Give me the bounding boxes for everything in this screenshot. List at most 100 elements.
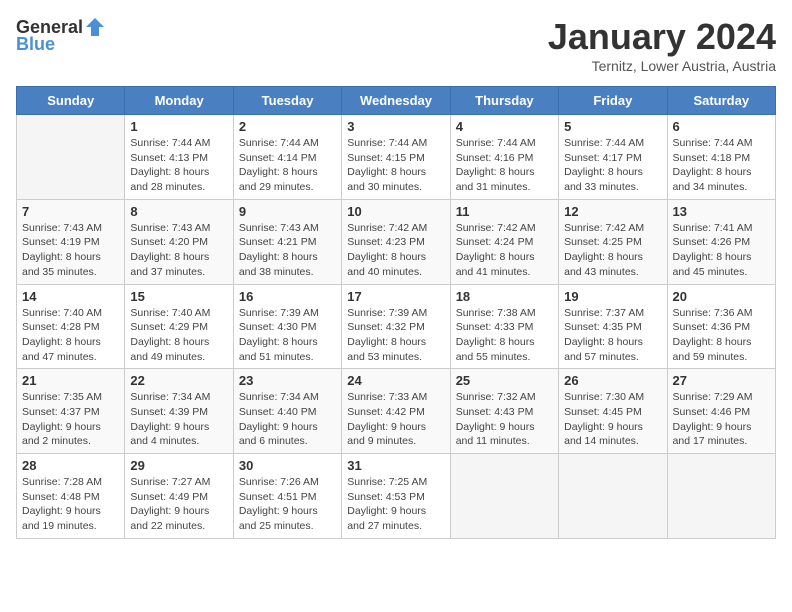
sunrise-text: Sunrise: 7:44 AM [564,137,644,149]
sunset-text: Sunset: 4:26 PM [673,236,751,248]
day-number: 22 [130,373,227,388]
calendar-header-row: Sunday Monday Tuesday Wednesday Thursday… [17,87,776,115]
sunset-text: Sunset: 4:23 PM [347,236,425,248]
sunset-text: Sunset: 4:32 PM [347,321,425,333]
daylight-text: Daylight: 9 hours and 22 minutes. [130,505,209,532]
table-row: 25 Sunrise: 7:32 AM Sunset: 4:43 PM Dayl… [450,369,558,454]
daylight-text: Daylight: 8 hours and 30 minutes. [347,166,426,193]
sunset-text: Sunset: 4:14 PM [239,152,317,164]
daylight-text: Daylight: 8 hours and 28 minutes. [130,166,209,193]
day-number: 4 [456,119,553,134]
sunset-text: Sunset: 4:53 PM [347,491,425,503]
daylight-text: Daylight: 8 hours and 43 minutes. [564,251,643,278]
table-row: 28 Sunrise: 7:28 AM Sunset: 4:48 PM Dayl… [17,454,125,539]
logo-icon [84,16,106,38]
table-row: 6 Sunrise: 7:44 AM Sunset: 4:18 PM Dayli… [667,115,775,200]
sunset-text: Sunset: 4:17 PM [564,152,642,164]
sunrise-text: Sunrise: 7:40 AM [22,307,102,319]
table-row: 31 Sunrise: 7:25 AM Sunset: 4:53 PM Dayl… [342,454,450,539]
table-row: 18 Sunrise: 7:38 AM Sunset: 4:33 PM Dayl… [450,284,558,369]
daylight-text: Daylight: 8 hours and 38 minutes. [239,251,318,278]
sunset-text: Sunset: 4:25 PM [564,236,642,248]
table-row: 20 Sunrise: 7:36 AM Sunset: 4:36 PM Dayl… [667,284,775,369]
logo: General Blue [16,16,107,55]
day-info: Sunrise: 7:43 AM Sunset: 4:19 PM Dayligh… [22,221,119,280]
sunset-text: Sunset: 4:30 PM [239,321,317,333]
table-row: 19 Sunrise: 7:37 AM Sunset: 4:35 PM Dayl… [559,284,667,369]
calendar-week-row: 14 Sunrise: 7:40 AM Sunset: 4:28 PM Dayl… [17,284,776,369]
table-row: 17 Sunrise: 7:39 AM Sunset: 4:32 PM Dayl… [342,284,450,369]
day-info: Sunrise: 7:42 AM Sunset: 4:25 PM Dayligh… [564,221,661,280]
day-number: 31 [347,458,444,473]
table-row: 21 Sunrise: 7:35 AM Sunset: 4:37 PM Dayl… [17,369,125,454]
sunrise-text: Sunrise: 7:39 AM [239,307,319,319]
daylight-text: Daylight: 8 hours and 59 minutes. [673,336,752,363]
daylight-text: Daylight: 8 hours and 55 minutes. [456,336,535,363]
day-info: Sunrise: 7:30 AM Sunset: 4:45 PM Dayligh… [564,390,661,449]
daylight-text: Daylight: 8 hours and 34 minutes. [673,166,752,193]
table-row: 4 Sunrise: 7:44 AM Sunset: 4:16 PM Dayli… [450,115,558,200]
sunset-text: Sunset: 4:24 PM [456,236,534,248]
table-row: 13 Sunrise: 7:41 AM Sunset: 4:26 PM Dayl… [667,199,775,284]
sunset-text: Sunset: 4:45 PM [564,406,642,418]
col-monday: Monday [125,87,233,115]
daylight-text: Daylight: 8 hours and 31 minutes. [456,166,535,193]
daylight-text: Daylight: 8 hours and 35 minutes. [22,251,101,278]
day-number: 21 [22,373,119,388]
day-info: Sunrise: 7:32 AM Sunset: 4:43 PM Dayligh… [456,390,553,449]
day-info: Sunrise: 7:44 AM Sunset: 4:17 PM Dayligh… [564,136,661,195]
sunset-text: Sunset: 4:35 PM [564,321,642,333]
day-number: 15 [130,289,227,304]
day-info: Sunrise: 7:43 AM Sunset: 4:21 PM Dayligh… [239,221,336,280]
table-row: 15 Sunrise: 7:40 AM Sunset: 4:29 PM Dayl… [125,284,233,369]
day-info: Sunrise: 7:40 AM Sunset: 4:28 PM Dayligh… [22,306,119,365]
daylight-text: Daylight: 8 hours and 29 minutes. [239,166,318,193]
sunset-text: Sunset: 4:20 PM [130,236,208,248]
sunset-text: Sunset: 4:28 PM [22,321,100,333]
table-row: 2 Sunrise: 7:44 AM Sunset: 4:14 PM Dayli… [233,115,341,200]
day-info: Sunrise: 7:35 AM Sunset: 4:37 PM Dayligh… [22,390,119,449]
sunset-text: Sunset: 4:40 PM [239,406,317,418]
sunrise-text: Sunrise: 7:42 AM [456,222,536,234]
sunrise-text: Sunrise: 7:33 AM [347,391,427,403]
daylight-text: Daylight: 9 hours and 9 minutes. [347,421,426,448]
day-info: Sunrise: 7:34 AM Sunset: 4:39 PM Dayligh… [130,390,227,449]
sunset-text: Sunset: 4:18 PM [673,152,751,164]
daylight-text: Daylight: 8 hours and 33 minutes. [564,166,643,193]
sunrise-text: Sunrise: 7:42 AM [347,222,427,234]
daylight-text: Daylight: 9 hours and 6 minutes. [239,421,318,448]
sunrise-text: Sunrise: 7:26 AM [239,476,319,488]
daylight-text: Daylight: 8 hours and 41 minutes. [456,251,535,278]
sunset-text: Sunset: 4:51 PM [239,491,317,503]
day-number: 10 [347,204,444,219]
calendar-week-row: 28 Sunrise: 7:28 AM Sunset: 4:48 PM Dayl… [17,454,776,539]
sunrise-text: Sunrise: 7:35 AM [22,391,102,403]
day-info: Sunrise: 7:39 AM Sunset: 4:30 PM Dayligh… [239,306,336,365]
day-number: 11 [456,204,553,219]
table-row: 22 Sunrise: 7:34 AM Sunset: 4:39 PM Dayl… [125,369,233,454]
day-number: 29 [130,458,227,473]
daylight-text: Daylight: 9 hours and 19 minutes. [22,505,101,532]
sunset-text: Sunset: 4:49 PM [130,491,208,503]
col-sunday: Sunday [17,87,125,115]
day-info: Sunrise: 7:42 AM Sunset: 4:23 PM Dayligh… [347,221,444,280]
table-row: 27 Sunrise: 7:29 AM Sunset: 4:46 PM Dayl… [667,369,775,454]
sunset-text: Sunset: 4:36 PM [673,321,751,333]
page-header: General Blue January 2024 Ternitz, Lower… [16,16,776,74]
day-number: 1 [130,119,227,134]
table-row: 26 Sunrise: 7:30 AM Sunset: 4:45 PM Dayl… [559,369,667,454]
col-tuesday: Tuesday [233,87,341,115]
sunrise-text: Sunrise: 7:39 AM [347,307,427,319]
table-row: 3 Sunrise: 7:44 AM Sunset: 4:15 PM Dayli… [342,115,450,200]
day-info: Sunrise: 7:41 AM Sunset: 4:26 PM Dayligh… [673,221,770,280]
table-row: 24 Sunrise: 7:33 AM Sunset: 4:42 PM Dayl… [342,369,450,454]
sunrise-text: Sunrise: 7:42 AM [564,222,644,234]
sunset-text: Sunset: 4:15 PM [347,152,425,164]
title-area: January 2024 Ternitz, Lower Austria, Aus… [548,16,776,74]
daylight-text: Daylight: 8 hours and 37 minutes. [130,251,209,278]
sunrise-text: Sunrise: 7:41 AM [673,222,753,234]
day-info: Sunrise: 7:44 AM Sunset: 4:15 PM Dayligh… [347,136,444,195]
sunset-text: Sunset: 4:43 PM [456,406,534,418]
table-row: 23 Sunrise: 7:34 AM Sunset: 4:40 PM Dayl… [233,369,341,454]
sunset-text: Sunset: 4:21 PM [239,236,317,248]
